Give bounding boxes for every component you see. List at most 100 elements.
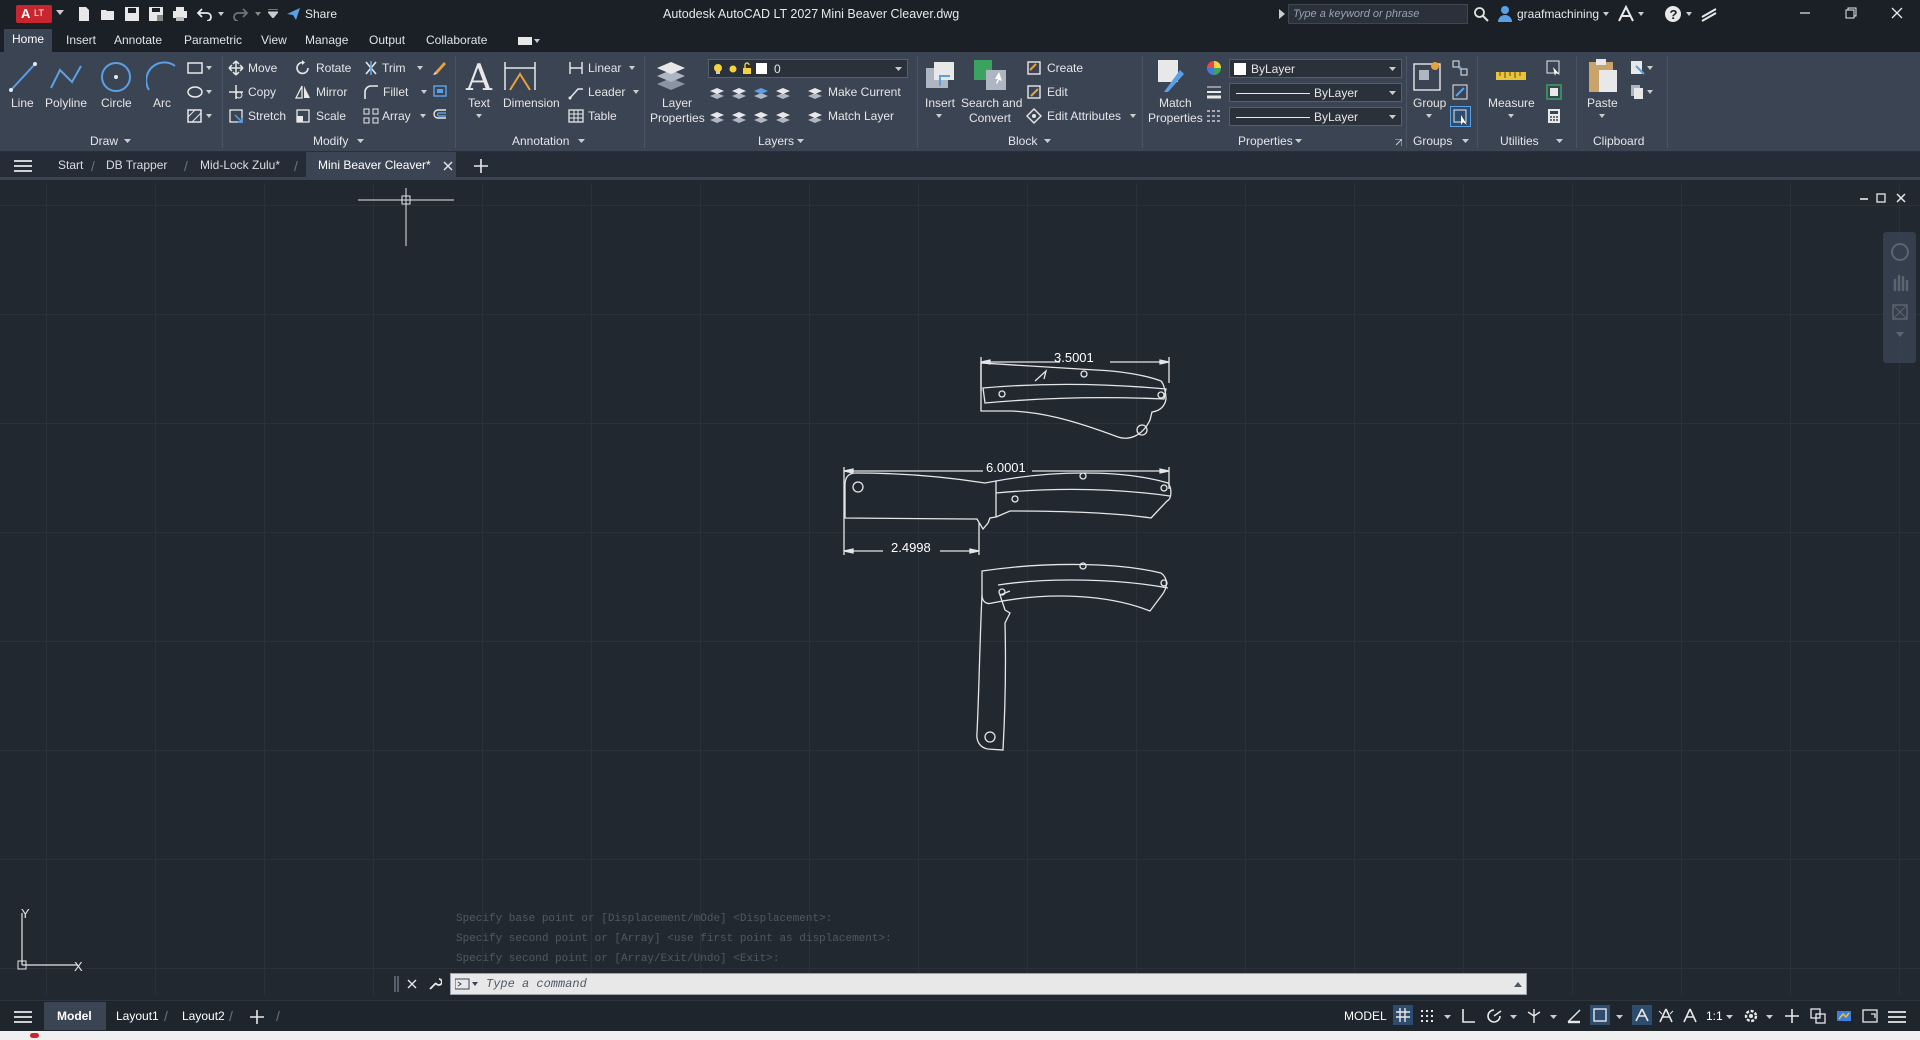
tab-insert[interactable]: Insert (66, 33, 96, 47)
ribbon-options-icon[interactable] (518, 36, 540, 46)
close-tab-icon[interactable] (443, 161, 453, 171)
chevron-right-icon[interactable] (1279, 9, 1285, 19)
tab-parametric[interactable]: Parametric (184, 33, 242, 47)
chevron-down-icon[interactable] (255, 12, 261, 16)
group-icon[interactable] (1411, 58, 1445, 94)
array-icon[interactable] (363, 108, 379, 124)
select-all-icon[interactable] (1546, 84, 1562, 100)
chevron-down-icon[interactable] (218, 12, 224, 16)
chevron-down-icon[interactable] (1295, 139, 1302, 143)
mirror-button[interactable]: Mirror (316, 85, 347, 99)
new-file-icon[interactable] (76, 6, 92, 22)
arc-button[interactable]: Arc (153, 96, 171, 110)
stretch-icon[interactable] (228, 108, 244, 124)
hardware-acceleration-icon[interactable] (1836, 1008, 1852, 1024)
tab-manage[interactable]: Manage (305, 33, 348, 47)
rectangle-icon[interactable] (187, 61, 213, 75)
make-current-icon[interactable] (806, 84, 824, 100)
dimension-button[interactable]: Dimension (503, 96, 560, 110)
command-prompt-icon[interactable] (455, 978, 479, 990)
layer-off-icon[interactable] (708, 84, 726, 100)
auto-scale-icon[interactable] (1658, 1008, 1674, 1024)
minimize-icon[interactable] (1798, 6, 1812, 20)
annotation-visibility-toggle[interactable] (1632, 1005, 1652, 1025)
cut-icon[interactable] (1630, 60, 1654, 76)
table-button[interactable]: Table (588, 109, 617, 123)
layer-lock-icon[interactable] (774, 84, 792, 100)
erase-icon[interactable] (432, 59, 448, 75)
open-folder-icon[interactable] (100, 6, 116, 22)
knife-closed[interactable] (980, 362, 1167, 439)
model-space-toggle[interactable]: MODEL (1344, 1009, 1387, 1023)
customize-wrench-icon[interactable] (428, 977, 442, 991)
fillet-button[interactable]: Fillet (383, 85, 408, 99)
chevron-down-icon[interactable] (1444, 1015, 1451, 1019)
layer-dropdown[interactable]: 0 (708, 59, 908, 78)
move-icon[interactable] (228, 60, 244, 76)
isolate-objects-icon[interactable] (1810, 1008, 1826, 1024)
line-icon[interactable] (8, 60, 38, 94)
group-button[interactable]: Group (1413, 96, 1446, 110)
chevron-down-icon[interactable] (421, 90, 427, 94)
save-icon[interactable] (124, 6, 140, 22)
close-command-icon[interactable] (407, 979, 417, 989)
match-properties-label[interactable]: Properties (1148, 111, 1203, 125)
calculator-icon[interactable] (1546, 108, 1562, 124)
copy-clip-icon[interactable] (1630, 84, 1654, 100)
layer-properties-button[interactable]: Layer (662, 96, 692, 110)
communication-icon[interactable] (1700, 5, 1718, 23)
tab-annotate[interactable]: Annotate (114, 33, 162, 47)
array-button[interactable]: Array (382, 109, 411, 123)
chevron-down-icon[interactable] (629, 66, 635, 70)
chevron-down-icon[interactable] (1766, 1015, 1773, 1019)
chevron-down-icon[interactable] (1616, 1015, 1623, 1019)
make-current-button[interactable]: Make Current (828, 85, 901, 99)
new-tab-icon[interactable] (474, 159, 488, 173)
chevron-down-icon[interactable] (1896, 332, 1904, 337)
tab-output[interactable]: Output (369, 33, 405, 47)
groups-panel-title[interactable]: Groups (1413, 134, 1452, 148)
layer-unisolate-icon[interactable] (730, 108, 748, 124)
stretch-button[interactable]: Stretch (248, 109, 286, 123)
pan-hand-icon[interactable] (1890, 272, 1910, 292)
copy-button[interactable]: Copy (248, 85, 276, 99)
ellipse-icon[interactable] (187, 85, 213, 99)
knife-rotated[interactable] (976, 562, 1169, 751)
restore-icon[interactable] (1844, 6, 1858, 20)
paste-button[interactable]: Paste (1587, 96, 1618, 110)
chevron-down-icon[interactable] (417, 66, 423, 70)
edit-attributes-button[interactable]: Edit Attributes (1047, 109, 1121, 123)
layout-tab-model[interactable]: Model (44, 1002, 106, 1030)
zoom-extents-icon[interactable] (1890, 302, 1910, 322)
file-tab-start[interactable]: Start (58, 158, 83, 172)
layout-tab-layout1[interactable]: Layout1 (116, 1009, 159, 1023)
chevron-down-icon[interactable] (1603, 12, 1609, 16)
mirror-icon[interactable] (295, 84, 311, 100)
undo-icon[interactable] (197, 7, 213, 21)
offset-icon[interactable] (432, 107, 448, 123)
measure-icon[interactable] (1494, 58, 1528, 94)
layer-thaw-icon[interactable] (752, 108, 770, 124)
explode-icon[interactable] (432, 83, 448, 99)
layer-freeze-icon[interactable] (752, 84, 770, 100)
measure-button[interactable]: Measure (1488, 96, 1535, 110)
polar-tracking-icon[interactable] (1486, 1008, 1502, 1024)
edit-button[interactable]: Edit (1047, 85, 1068, 99)
chevron-down-icon[interactable] (1726, 1015, 1733, 1019)
hamburger-menu-icon[interactable] (14, 159, 32, 173)
chevron-down-icon[interactable] (1426, 114, 1432, 118)
annotation-scale-value[interactable]: 1:1 (1706, 1009, 1723, 1023)
help-search-input[interactable]: Type a keyword or phrase (1288, 4, 1468, 24)
ungroup-icon[interactable] (1452, 60, 1468, 76)
leader-button[interactable]: Leader (588, 85, 625, 99)
arc-icon[interactable] (146, 60, 178, 94)
chevron-down-icon[interactable] (1638, 12, 1644, 16)
leader-icon[interactable] (568, 84, 584, 100)
steering-wheel-icon[interactable] (1890, 242, 1910, 262)
lineweight-dropdown[interactable]: ByLayer (1229, 83, 1402, 102)
polyline-icon[interactable] (48, 60, 84, 94)
navigation-bar[interactable] (1883, 232, 1916, 363)
search-convert-button[interactable]: Search and (961, 96, 1022, 110)
layer-unlock-icon[interactable] (774, 108, 792, 124)
file-tab-db-trapper[interactable]: DB Trapper (106, 158, 167, 172)
